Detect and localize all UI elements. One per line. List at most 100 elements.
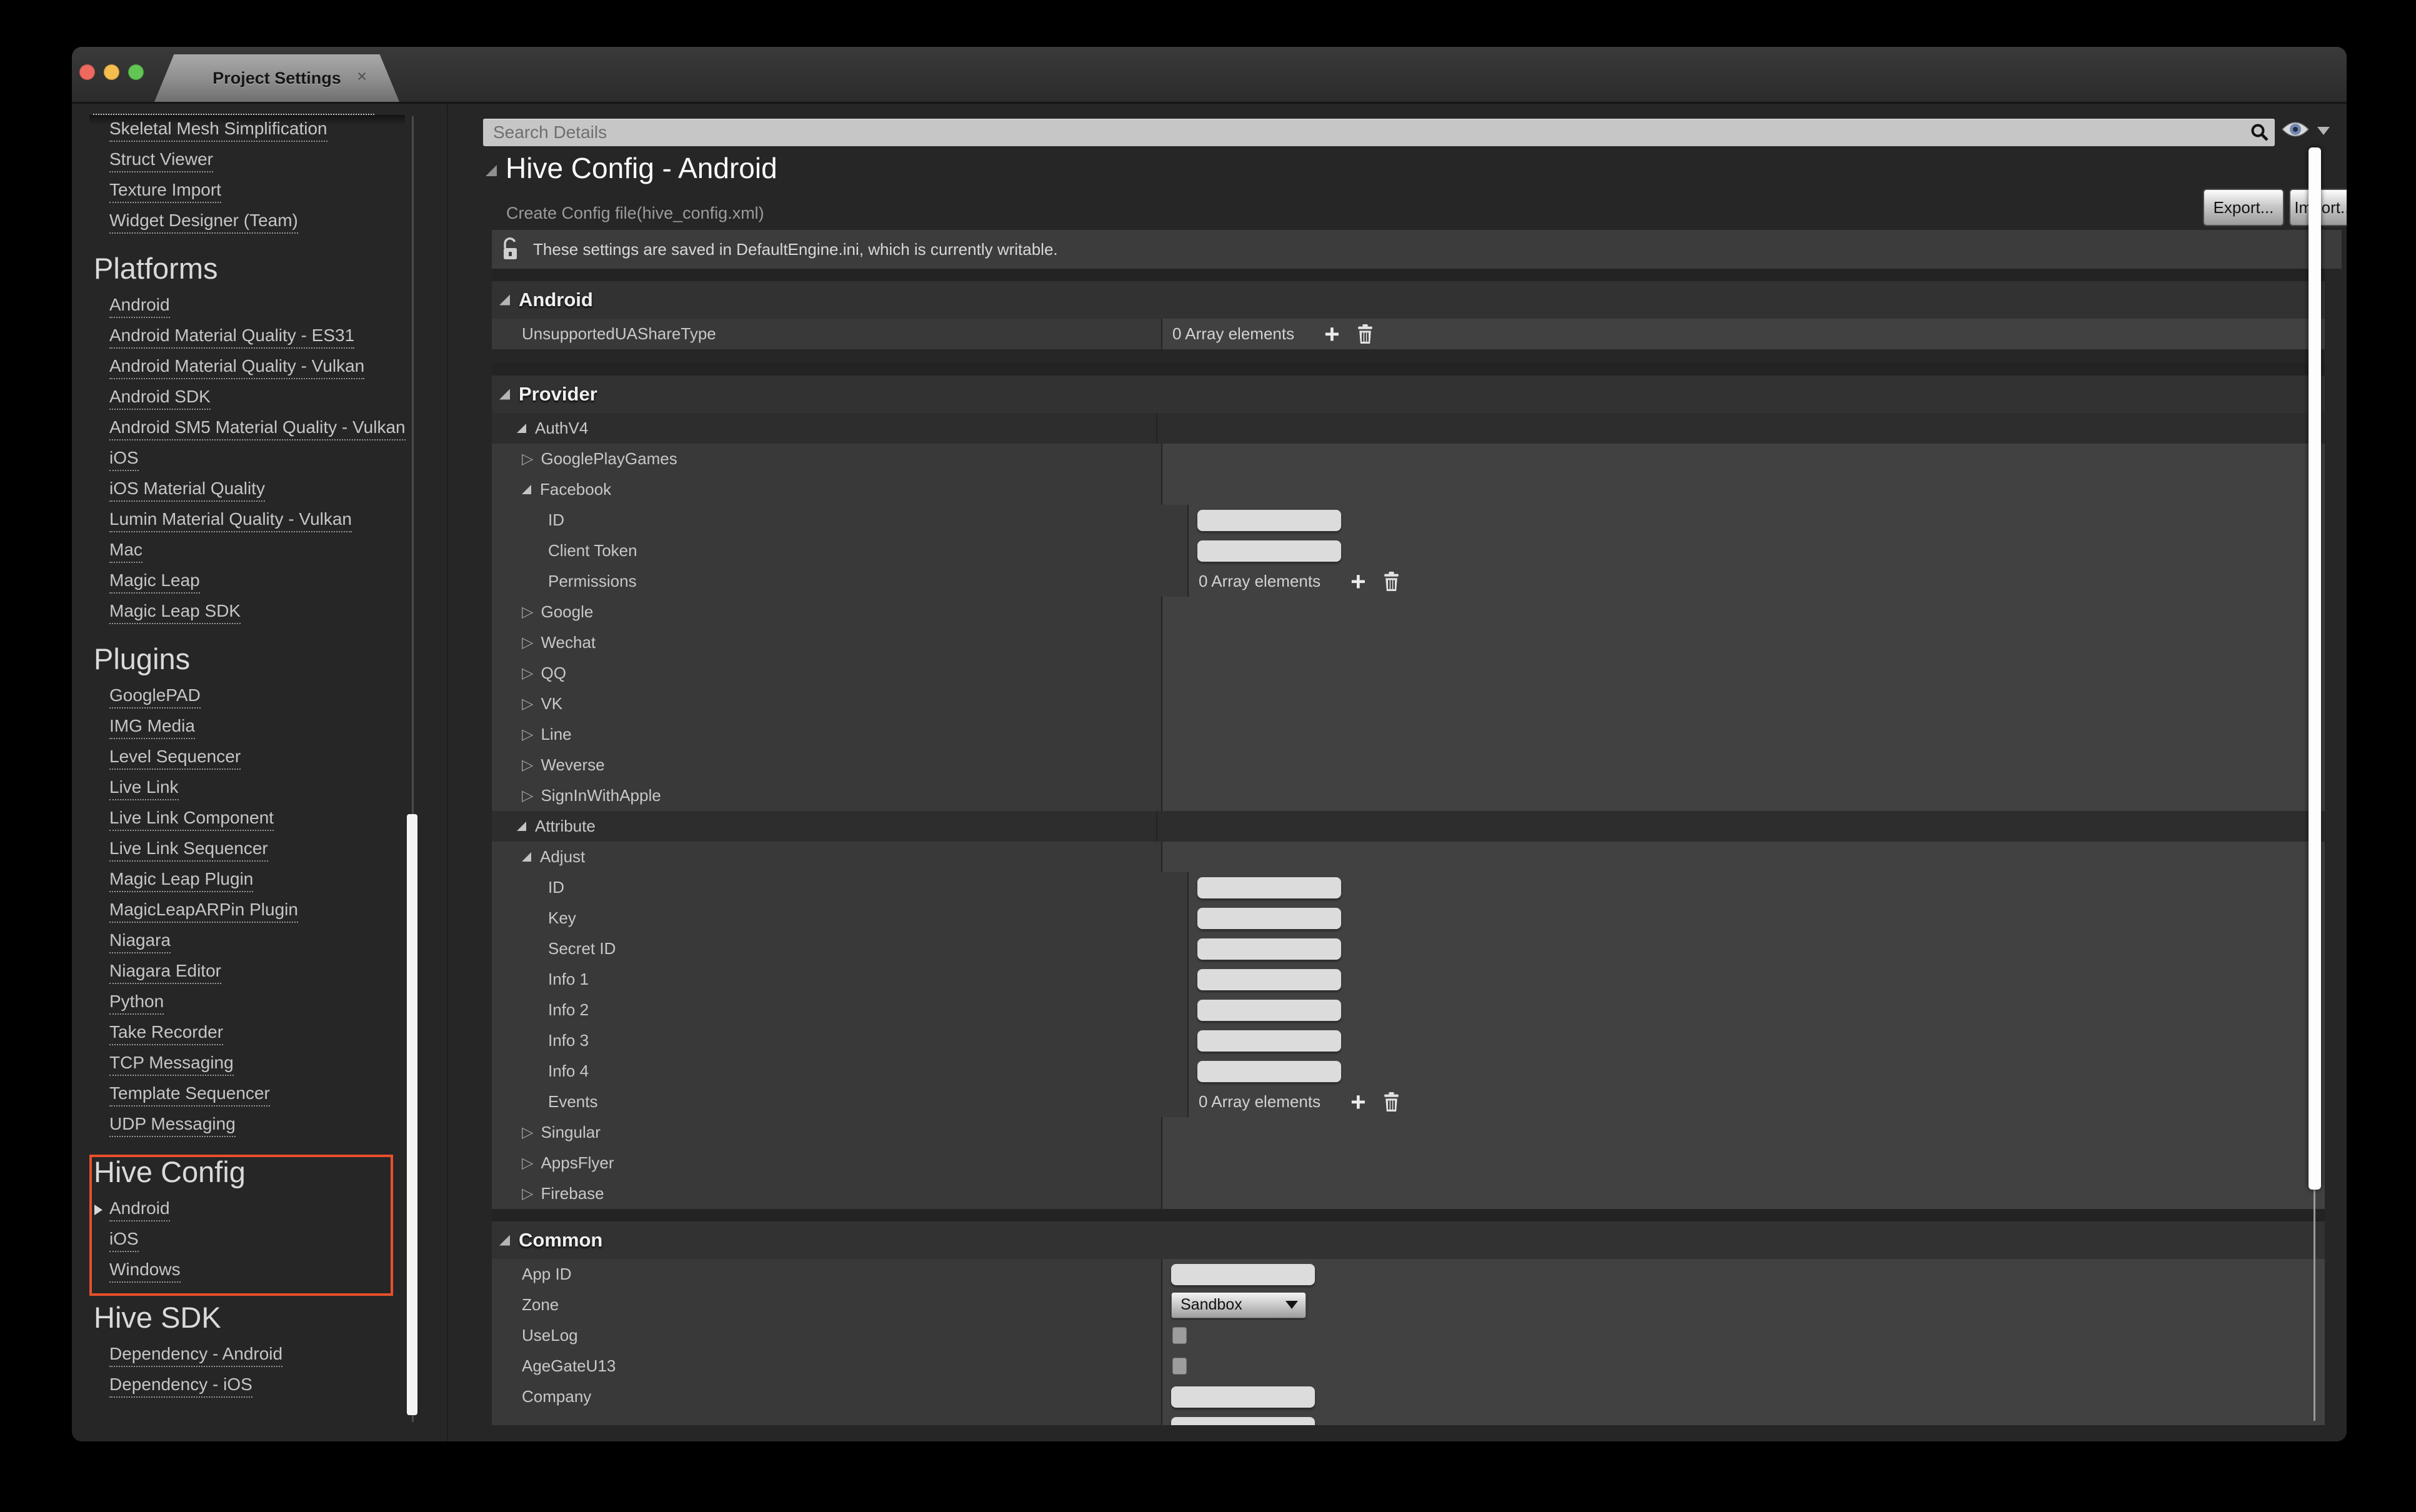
sidebar-item-niagara-editor[interactable]: Niagara Editor — [72, 957, 447, 988]
trash-icon[interactable] — [1357, 324, 1373, 344]
create-config-link[interactable]: Create Config file(hive_config.xml) — [506, 204, 764, 223]
expand-arrow-icon[interactable]: ▷ — [522, 697, 533, 712]
property-label: Google — [541, 602, 593, 622]
sidebar-item-android-material-quality-vulkan[interactable]: Android Material Quality - Vulkan — [72, 352, 447, 383]
sidebar-item-android[interactable]: Android — [72, 291, 447, 322]
section-header-provider[interactable]: Provider — [492, 376, 2325, 413]
minimize-window-button[interactable] — [104, 64, 119, 80]
tab-project-settings[interactable]: Project Settings × — [154, 54, 399, 102]
sidebar-item-niagara[interactable]: Niagara — [72, 927, 447, 957]
sidebar-item-widget-designer-team[interactable]: Widget Designer (Team) — [72, 207, 447, 237]
text-input-info-1[interactable] — [1197, 969, 1341, 990]
close-window-button[interactable] — [79, 64, 95, 80]
expand-arrow-icon[interactable] — [94, 1205, 102, 1215]
sidebar-item-ios[interactable]: iOS — [72, 1225, 447, 1256]
trash-icon[interactable] — [1384, 572, 1399, 592]
expand-arrow-icon[interactable]: ▷ — [522, 1186, 533, 1201]
row-zone: ZoneSandbox — [492, 1290, 2325, 1320]
text-input[interactable] — [1171, 1417, 1315, 1426]
expand-arrow-icon[interactable]: ▷ — [522, 788, 533, 803]
expand-arrow-icon[interactable]: ▷ — [522, 758, 533, 773]
text-input-client-token[interactable] — [1197, 540, 1341, 562]
collapse-arrow-icon[interactable] — [486, 165, 497, 176]
sidebar-item-lumin-material-quality-vulkan[interactable]: Lumin Material Quality - Vulkan — [72, 505, 447, 536]
sidebar-item-texture-import[interactable]: Texture Import — [72, 176, 447, 207]
row-label-cell: ▷VK — [492, 689, 1161, 719]
sidebar-item-android-sm5-material-quality-vulkan[interactable]: Android SM5 Material Quality - Vulkan — [72, 414, 447, 444]
main-scrollbar-track[interactable] — [2314, 1190, 2315, 1421]
text-input-secret-id[interactable] — [1197, 938, 1341, 960]
checkbox-uselog[interactable] — [1172, 1327, 1187, 1344]
zoom-window-button[interactable] — [128, 64, 144, 80]
property-label: AuthV4 — [535, 419, 588, 438]
close-icon[interactable]: × — [357, 68, 367, 85]
text-input-info-2[interactable] — [1197, 1000, 1341, 1021]
sidebar-item-level-sequencer[interactable]: Level Sequencer — [72, 743, 447, 773]
expand-arrow-icon[interactable]: ▷ — [522, 605, 533, 620]
details-panel: Hive Config - Android Create Config file… — [447, 104, 2347, 1441]
expand-arrow-icon[interactable]: ▷ — [522, 727, 533, 742]
sidebar-item-android-material-quality-es31[interactable]: Android Material Quality - ES31 — [72, 322, 447, 352]
text-input-key[interactable] — [1197, 908, 1341, 929]
sidebar-item-struct-viewer[interactable]: Struct Viewer — [72, 146, 447, 176]
sidebar-item-live-link[interactable]: Live Link — [72, 773, 447, 804]
sidebar-item-ios-material-quality[interactable]: iOS Material Quality — [72, 475, 447, 505]
expand-arrow-icon[interactable]: ▷ — [522, 452, 533, 467]
expand-arrow-icon[interactable]: ▷ — [522, 635, 533, 650]
sidebar-item-live-link-component[interactable]: Live Link Component — [72, 804, 447, 835]
details-sections: AndroidUnsupportedUAShareType0 Array ele… — [492, 269, 2325, 1425]
trash-icon[interactable] — [1384, 1092, 1399, 1112]
sidebar-item-ios[interactable]: iOS — [72, 444, 447, 475]
text-input-info-3[interactable] — [1197, 1030, 1341, 1052]
add-element-icon[interactable]: + — [1350, 1090, 1366, 1114]
sidebar-item-tcp-messaging[interactable]: TCP Messaging — [72, 1049, 447, 1080]
sidebar-item-windows[interactable]: Windows — [72, 1256, 447, 1286]
section-header-android[interactable]: Android — [492, 281, 2325, 319]
text-input-company[interactable] — [1171, 1386, 1315, 1408]
sidebar-item-dependency-android[interactable]: Dependency - Android — [72, 1340, 447, 1371]
sidebar-item-mac[interactable]: Mac — [72, 536, 447, 567]
sidebar-item-magicleaparpin-plugin[interactable]: MagicLeapARPin Plugin — [72, 896, 447, 927]
zone-select[interactable]: Sandbox — [1171, 1292, 1306, 1318]
search-input[interactable] — [483, 122, 2250, 143]
main-scrollbar-thumb[interactable] — [2309, 147, 2321, 1190]
collapse-arrow-icon[interactable] — [522, 485, 531, 494]
sidebar-scrollbar-thumb[interactable] — [407, 814, 417, 1415]
sidebar-item-label: Struct Viewer — [109, 149, 213, 172]
add-element-icon[interactable]: + — [1324, 322, 1340, 346]
sidebar-item-live-link-sequencer[interactable]: Live Link Sequencer — [72, 835, 447, 865]
collapse-arrow-icon[interactable] — [522, 852, 531, 862]
text-input-info-4[interactable] — [1197, 1061, 1341, 1082]
text-input-id[interactable] — [1197, 877, 1341, 898]
sidebar-item-magic-leap[interactable]: Magic Leap — [72, 567, 447, 597]
collapse-arrow-icon[interactable] — [517, 424, 526, 433]
add-element-icon[interactable]: + — [1350, 570, 1366, 594]
expand-arrow-icon[interactable]: ▷ — [522, 1156, 533, 1171]
chevron-down-icon[interactable] — [2317, 127, 2330, 135]
sidebar-item-dependency-ios[interactable]: Dependency - iOS — [72, 1371, 447, 1401]
section-header-common[interactable]: Common — [492, 1221, 2325, 1259]
sidebar-item-magic-leap-plugin[interactable]: Magic Leap Plugin — [72, 865, 447, 896]
row-value-cell: 0 Array elements+ — [1187, 1087, 2325, 1117]
checkbox-agegateu13[interactable] — [1172, 1358, 1187, 1375]
sidebar-item-magic-leap-sdk[interactable]: Magic Leap SDK — [72, 597, 447, 628]
text-input-id[interactable] — [1197, 510, 1341, 531]
sidebar-item-take-recorder[interactable]: Take Recorder — [72, 1018, 447, 1049]
sidebar-item-udp-messaging[interactable]: UDP Messaging — [72, 1110, 447, 1141]
sidebar-item-template-sequencer[interactable]: Template Sequencer — [72, 1080, 447, 1110]
sidebar-item-android[interactable]: Android — [72, 1195, 447, 1225]
text-input-app-id[interactable] — [1171, 1264, 1315, 1285]
titlebar[interactable]: Project Settings × — [72, 47, 2347, 104]
collapse-arrow-icon[interactable] — [517, 822, 526, 831]
sidebar-item-python[interactable]: Python — [72, 988, 447, 1018]
unlocked-padlock-icon[interactable] — [501, 237, 519, 261]
sidebar-item-skeletal-mesh-simplification[interactable]: Skeletal Mesh Simplification — [72, 115, 447, 146]
expand-arrow-icon[interactable]: ▷ — [522, 1125, 533, 1140]
row-id: ID — [492, 872, 2325, 903]
export-button[interactable]: Export... — [2203, 189, 2284, 226]
sidebar-item-img-media[interactable]: IMG Media — [72, 712, 447, 743]
expand-arrow-icon[interactable]: ▷ — [522, 666, 533, 681]
view-options[interactable] — [2281, 120, 2330, 142]
sidebar-item-android-sdk[interactable]: Android SDK — [72, 383, 447, 414]
sidebar-item-googlepad[interactable]: GooglePAD — [72, 682, 447, 712]
